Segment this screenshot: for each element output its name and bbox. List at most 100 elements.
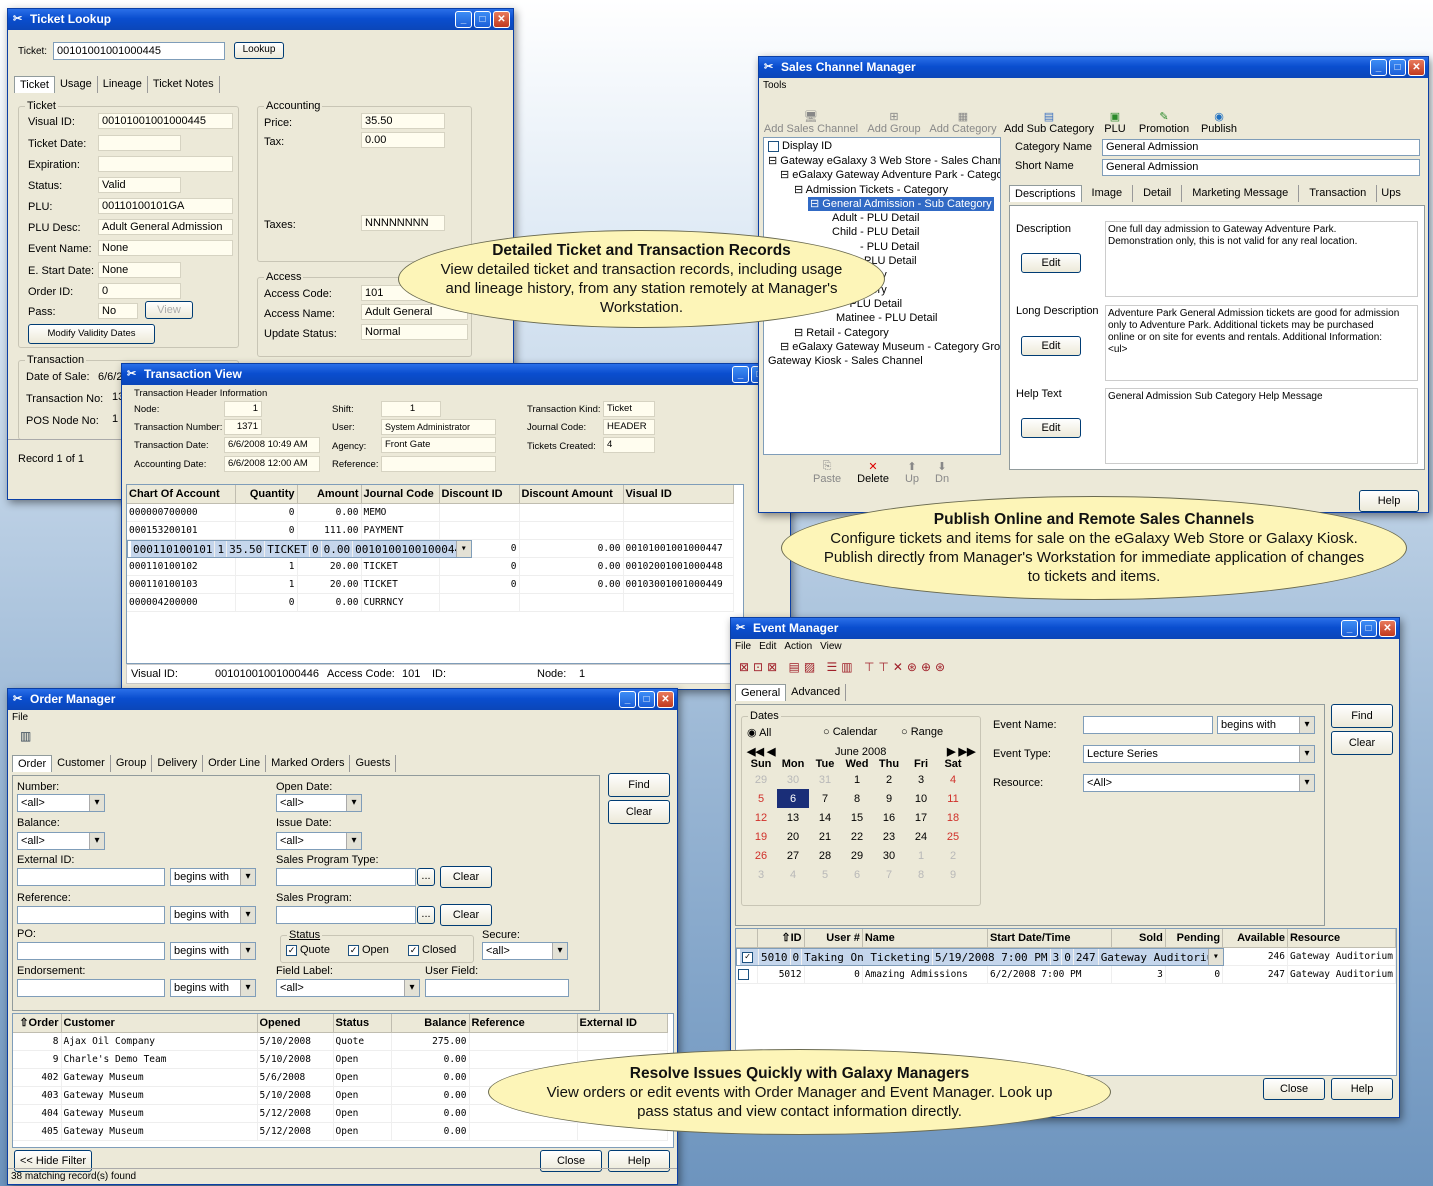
view-button[interactable]: View	[145, 301, 193, 319]
calendar-day[interactable]: 1	[905, 846, 937, 865]
lookup-button[interactable]: Lookup	[234, 42, 284, 59]
range-radio[interactable]: ○ Range	[901, 726, 943, 738]
tab-transaction[interactable]: Transaction	[1299, 185, 1378, 202]
tree-item[interactable]: ⊟ eGalaxy Gateway Museum - Category Grou	[764, 340, 1000, 354]
calendar-day[interactable]: 11	[937, 789, 969, 808]
menu-action[interactable]: Action	[784, 639, 812, 654]
tab-upsell[interactable]: Ups	[1377, 185, 1405, 202]
tab-descriptions[interactable]: Descriptions	[1009, 185, 1082, 202]
sales-program-clear-button[interactable]: Clear	[440, 904, 492, 926]
tab-marked-orders[interactable]: Marked Orders	[266, 755, 351, 772]
calendar-day[interactable]: 13	[777, 808, 809, 827]
tree-item[interactable]: ⊟ General Admission - Sub Category	[808, 196, 994, 212]
balance-select[interactable]: <all>	[17, 832, 105, 850]
tree-item[interactable]: Gateway Kiosk - Sales Channel	[764, 354, 1000, 368]
calendar-day[interactable]: 30	[777, 770, 809, 789]
calendar-day[interactable]: 15	[841, 808, 873, 827]
table-row[interactable]: 5012 0 Amazing Admissions 6/2/2008 7:00 PM 3…	[736, 965, 1396, 984]
paste-button[interactable]: ⎘ Paste	[813, 460, 841, 485]
tree-item[interactable]: Child - PLU Detail	[764, 225, 1000, 239]
menu-tools[interactable]: Tools	[763, 78, 786, 93]
calendar-day[interactable]: 6	[777, 789, 809, 808]
close-window-button[interactable]: Close	[1263, 1078, 1325, 1100]
all-radio[interactable]: ◉ All	[747, 726, 771, 739]
row-checkbox[interactable]: ✓	[740, 948, 759, 965]
column-header[interactable]: Amount	[297, 485, 362, 504]
minimize-button[interactable]: _	[732, 366, 749, 383]
sales-program-type-browse-button[interactable]: ...	[417, 868, 435, 886]
help-text-text[interactable]: General Admission Sub Category Help Mess…	[1105, 388, 1418, 464]
tab-advanced[interactable]: Advanced	[786, 684, 847, 701]
calendar-day[interactable]: 8	[841, 789, 873, 808]
tab-lineage[interactable]: Lineage	[98, 76, 148, 93]
calendar-day[interactable]: 4	[777, 865, 809, 884]
calendar-day[interactable]: 10	[905, 789, 937, 808]
column-header[interactable]: Start Date/Time	[987, 929, 1113, 948]
close-button[interactable]: ✕	[1408, 59, 1425, 76]
calendar-day[interactable]: 3	[745, 865, 777, 884]
display-id-checkbox[interactable]: Display ID	[764, 138, 1000, 154]
column-header[interactable]: Pending	[1165, 929, 1224, 948]
tab-general[interactable]: General	[735, 684, 787, 701]
calendar-day[interactable]: 8	[905, 865, 937, 884]
calendar-day[interactable]: 17	[905, 808, 937, 827]
category-name-input[interactable]: General Admission	[1102, 139, 1420, 156]
quote-checkbox[interactable]: ✓ Quote	[286, 944, 330, 956]
delete-button[interactable]: ✕ Delete	[857, 460, 889, 485]
tab-order[interactable]: Order	[12, 755, 53, 772]
tab-customer[interactable]: Customer	[52, 755, 111, 772]
sales-program-type-clear-button[interactable]: Clear	[440, 866, 492, 888]
column-header[interactable]: Resource	[1287, 929, 1396, 948]
event-name-input[interactable]	[1083, 716, 1213, 734]
table-row[interactable]: 000153200101 0 111.00 PAYMENT	[127, 521, 734, 540]
calendar-day[interactable]: 28	[809, 846, 841, 865]
calendar-day[interactable]: 7	[873, 865, 905, 884]
menu-view[interactable]: View	[820, 639, 842, 654]
close-button[interactable]: ✕	[657, 691, 674, 708]
column-header[interactable]: Sold	[1111, 929, 1166, 948]
sales-program-browse-button[interactable]: ...	[417, 906, 435, 924]
add-category-button[interactable]: ▦ Add Category	[929, 110, 997, 135]
sales-program-type-input[interactable]	[276, 868, 416, 886]
event-toolbar[interactable]: ⊠⊡⊠ ▤▨ ☰▥ ⊤⊤✕⊛⊕⊛	[739, 660, 949, 674]
maximize-button[interactable]: □	[638, 691, 655, 708]
column-header[interactable]: External ID	[577, 1014, 668, 1033]
promotion-button[interactable]: ✎ Promotion	[1135, 110, 1193, 135]
calendar-day[interactable]: 26	[745, 846, 777, 865]
tab-guests[interactable]: Guests	[350, 755, 397, 772]
po-match-select[interactable]: begins with	[170, 942, 256, 960]
calendar-day[interactable]: 27	[777, 846, 809, 865]
column-header[interactable]: Balance	[391, 1014, 470, 1033]
publish-button[interactable]: ◉ Publish	[1199, 110, 1239, 135]
edit-description-button[interactable]: Edit	[1021, 253, 1081, 273]
calendar-radio[interactable]: ○ Calendar	[823, 726, 877, 738]
tab-image[interactable]: Image	[1082, 185, 1134, 202]
calendar-day[interactable]: 2	[937, 846, 969, 865]
maximize-button[interactable]: □	[1360, 620, 1377, 637]
table-row[interactable]: 000110100101135.50TICKET00.0000101001001…	[127, 539, 472, 558]
open-date-select[interactable]: <all>	[276, 794, 362, 812]
ticket-input[interactable]: 00101001001000445	[53, 42, 225, 60]
table-row[interactable]: 000110100103 1 20.00 TICKET 0 0.00 00103001001…	[127, 575, 734, 594]
tree-item[interactable]: ⊟ Admission Tickets - Category	[764, 183, 1000, 197]
issue-date-select[interactable]: <all>	[276, 832, 362, 850]
calendar-day[interactable]: 19	[745, 827, 777, 846]
reference-match-select[interactable]: begins with	[170, 906, 256, 924]
calendar-day[interactable]: 3	[905, 770, 937, 789]
tab-usage[interactable]: Usage	[55, 76, 98, 93]
calendar-day[interactable]: 9	[873, 789, 905, 808]
calendar-day[interactable]: 29	[745, 770, 777, 789]
next-month-icon[interactable]: ▶ ▶▶	[947, 745, 975, 758]
calendar-day[interactable]: 21	[809, 827, 841, 846]
endorsement-match-select[interactable]: begins with	[170, 979, 256, 997]
open-checkbox[interactable]: ✓ Open	[348, 944, 389, 956]
calendar-day[interactable]: 7	[809, 789, 841, 808]
add-sub-category-button[interactable]: ▤ Add Sub Category	[1003, 110, 1095, 135]
external-id-input[interactable]	[17, 868, 165, 886]
tree-item[interactable]: ⊟ Retail - Category	[764, 326, 1000, 340]
column-header[interactable]: Quantity	[235, 485, 298, 504]
tab-marketing-message[interactable]: Marketing Message	[1182, 185, 1300, 202]
edit-help-text-button[interactable]: Edit	[1021, 418, 1081, 438]
calendar-day[interactable]: 30	[873, 846, 905, 865]
po-input[interactable]	[17, 942, 165, 960]
